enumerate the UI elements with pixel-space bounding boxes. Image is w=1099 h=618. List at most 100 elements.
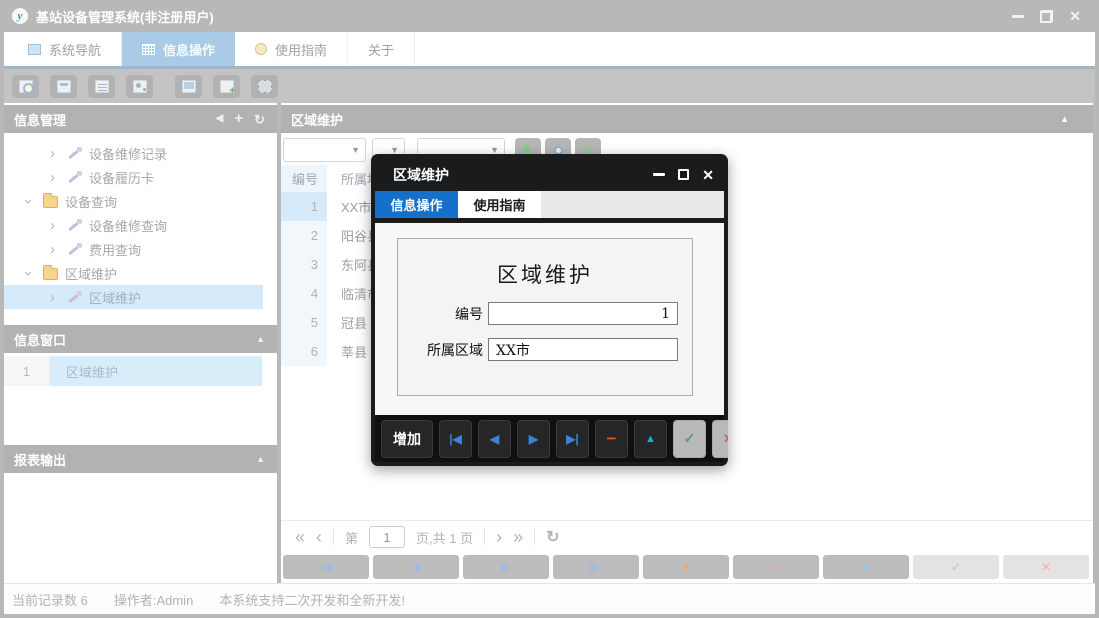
minimize-icon[interactable]	[1012, 14, 1025, 18]
system-message: 本系统支持二次开发和全新开发!	[219, 592, 405, 608]
restore-icon[interactable]	[1040, 9, 1054, 23]
tab-user-guide[interactable]: 使用指南	[235, 32, 349, 66]
collapse-up-icon[interactable]: ▲	[256, 454, 265, 464]
refresh-icon[interactable]: ↻	[254, 113, 265, 126]
table-add-button[interactable]	[213, 74, 240, 98]
record-action-button[interactable]: ✓	[913, 555, 999, 579]
tree-item-label: 费用查询	[89, 242, 142, 258]
region-maintenance-dialog: 区域维护 ✕ 信息操作 使用指南 区域维护 编号 所属区域	[371, 154, 728, 466]
open-window-list-item[interactable]: 1 区域维护	[4, 356, 262, 386]
tree-item-label: 区域维护	[89, 290, 142, 306]
reload-icon[interactable]: ↻	[546, 527, 559, 547]
toolbar-icon	[132, 79, 147, 93]
filter-select-1[interactable]: ▼	[283, 138, 366, 162]
button-glyph: ✓	[683, 430, 696, 446]
row-number-cell: 4	[281, 279, 327, 308]
toolbar-icon	[56, 79, 71, 93]
tab-info-ops[interactable]: 信息操作	[122, 32, 236, 66]
close-icon[interactable]: ✕	[1069, 9, 1081, 23]
dialog-maximize-icon[interactable]	[678, 169, 690, 180]
status-bar: 当前记录数 6 操作者:Admin 本系统支持二次开发和全新开发!	[4, 583, 1095, 614]
node-icon	[67, 147, 82, 159]
button-glyph: ✓	[950, 560, 962, 574]
tab-about[interactable]: 关于	[348, 32, 416, 66]
toolbar	[4, 69, 1095, 103]
tree-item[interactable]: 费用查询	[4, 237, 277, 261]
chevron-icon	[50, 146, 64, 161]
tree-item-label: 设备查询	[65, 194, 118, 210]
first-page-icon[interactable]: «	[295, 528, 305, 546]
tree-item-label: 区域维护	[65, 266, 118, 282]
record-action-button[interactable]: ▶	[463, 555, 549, 579]
row-number-cell: 3	[281, 250, 327, 279]
navigation-tree: 设备维修记录 设备履历卡 设备查询 设备维修查询	[4, 133, 277, 325]
record-action-button[interactable]: |◀	[283, 555, 369, 579]
dialog-tab-info-ops[interactable]: 信息操作	[375, 191, 458, 218]
tree-item[interactable]: 设备维修查询	[4, 213, 277, 237]
dialog-action-button[interactable]: ▶	[517, 419, 550, 458]
dialog-action-button[interactable]: ✕	[712, 419, 728, 458]
chevron-icon	[50, 170, 64, 185]
record-action-button[interactable]: −	[733, 555, 819, 579]
row-number-cell: 1	[281, 192, 327, 221]
dialog-tab-user-guide[interactable]: 使用指南	[458, 191, 541, 218]
record-action-button[interactable]: ▲	[823, 555, 909, 579]
monitor-button[interactable]	[175, 74, 202, 98]
record-action-button[interactable]: ✕	[1003, 555, 1089, 579]
dialog-title: 区域维护	[393, 166, 449, 183]
selection-button[interactable]	[251, 74, 278, 98]
user-terminal-button[interactable]	[126, 74, 153, 98]
dialog-action-button[interactable]: |◀	[439, 419, 472, 458]
tree-item[interactable]: 设备维修记录	[4, 141, 277, 165]
form-title: 区域维护	[497, 263, 593, 287]
dialog-action-button[interactable]: −	[595, 419, 628, 458]
collapse-up-icon[interactable]: ▲	[1060, 114, 1069, 124]
collapse-up-icon[interactable]: ▲	[256, 334, 265, 344]
dialog-minimize-icon[interactable]	[653, 173, 666, 176]
panel-title: 信息窗口	[14, 332, 67, 348]
record-action-button[interactable]: ▶|	[553, 555, 639, 579]
prev-page-icon[interactable]: ‹	[316, 528, 322, 546]
add-icon[interactable]: +	[234, 111, 243, 126]
chevron-icon	[50, 218, 64, 233]
title-bar: y 基站设备管理系统(非注册用户) ✕	[0, 0, 1099, 32]
form-view-button[interactable]	[50, 74, 77, 98]
dialog-action-button[interactable]: ◀	[478, 419, 511, 458]
dialog-action-button[interactable]: 增加	[381, 419, 433, 458]
region-field[interactable]	[488, 338, 678, 361]
tab-system-nav[interactable]: 系统导航	[8, 32, 123, 66]
dialog-close-icon[interactable]: ✕	[702, 168, 714, 182]
page-label-prefix: 第	[345, 530, 359, 546]
tree-item[interactable]: 区域维护	[4, 285, 263, 309]
next-page-icon[interactable]: ›	[496, 528, 502, 546]
button-glyph: ▶|	[566, 431, 579, 446]
dialog-action-button[interactable]: ✓	[673, 419, 706, 458]
search-records-button[interactable]	[12, 74, 39, 98]
tab-label: 信息操作	[163, 42, 216, 58]
dialog-action-button[interactable]: ▶|	[556, 419, 589, 458]
tab-icon	[255, 43, 268, 55]
dialog-action-button[interactable]: ▲	[634, 419, 667, 458]
page-number-input[interactable]	[369, 526, 406, 548]
toolbar-icon	[219, 79, 236, 97]
toolbar-icon	[257, 79, 272, 93]
node-icon	[43, 265, 58, 280]
button-glyph: ◀	[411, 560, 421, 574]
button-glyph: ▲	[645, 432, 656, 445]
tree-item[interactable]: 设备履历卡	[4, 165, 277, 189]
button-glyph: ▶	[528, 431, 539, 446]
record-action-button[interactable]: ◀	[373, 555, 459, 579]
tab-label: 关于	[368, 42, 395, 58]
document-button[interactable]	[88, 74, 115, 98]
window-label: 区域维护	[50, 356, 262, 386]
id-field[interactable]	[488, 302, 678, 325]
dialog-action-bar: 增加 |◀ ◀ ▶ ▶| − ▲ ✓	[375, 415, 728, 462]
dialog-tab-bar: 信息操作 使用指南	[375, 191, 724, 218]
tree-item[interactable]: 设备查询	[4, 189, 277, 213]
tree-item[interactable]: 区域维护	[4, 261, 277, 285]
app-logo-icon: y	[12, 8, 28, 24]
record-action-button[interactable]: +	[643, 555, 729, 579]
collapse-left-icon[interactable]: ◀	[216, 114, 224, 124]
last-page-icon[interactable]: »	[513, 528, 523, 546]
page-label-suffix: 页,共 1 页	[416, 530, 474, 546]
